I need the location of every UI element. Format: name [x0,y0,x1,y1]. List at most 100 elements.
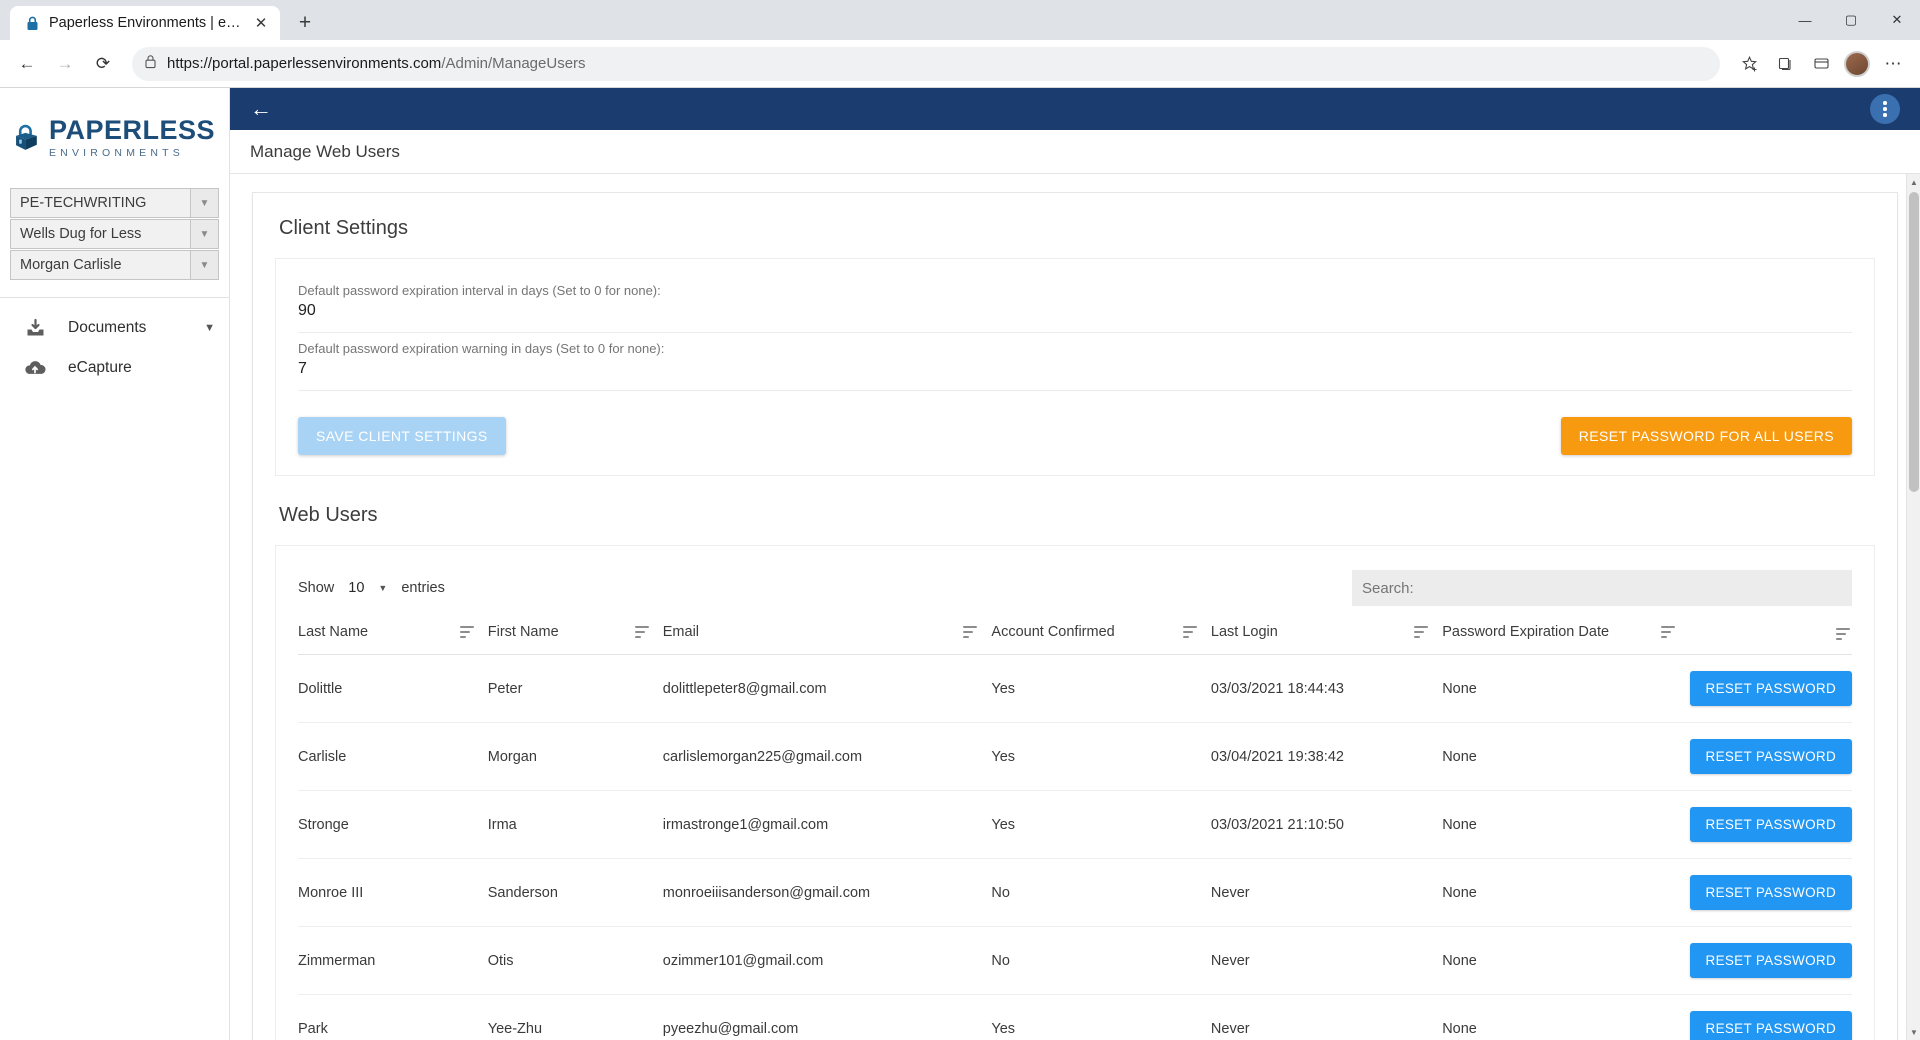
sort-icon[interactable] [1414,626,1430,638]
scroll-up-arrow[interactable]: ▲ [1907,174,1920,190]
col-last-login[interactable]: Last Login [1210,624,1443,655]
table-row: Stronge Irma irmastronge1@gmail.com Yes 03/0… [298,790,1852,859]
reload-icon[interactable]: ⟳ [86,47,120,81]
cell-email: pyeezhu@gmail.com [662,994,992,1040]
page-size-value: 10 [348,580,365,596]
browser-tab[interactable]: Paperless Environments | ePortal ✕ [10,6,280,40]
field-expiration-warning[interactable]: Default password expiration warning in d… [298,335,1852,391]
col-label: Last Name [298,624,369,640]
cell-account-confirmed: No [991,858,1211,927]
browser-essentials-icon[interactable] [1804,47,1838,81]
address-bar[interactable]: https://portal.paperlessenvironments.com… [132,46,1720,81]
col-account-confirmed[interactable]: Account Confirmed [991,624,1211,655]
entries-label: entries [401,580,445,596]
reset-password-all-users-button[interactable]: RESET PASSWORD FOR ALL USERS [1560,417,1852,455]
new-tab-button[interactable]: + [290,8,320,38]
cell-account-confirmed: Yes [991,722,1211,791]
close-window-button[interactable]: ✕ [1874,0,1920,40]
col-label: Password Expiration Date [1442,624,1610,640]
col-last-name[interactable]: Last Name [298,624,488,655]
sidebar-item-documents[interactable]: Documents ▼ [0,308,229,348]
page-size-select[interactable]: 10 ▼ [348,580,387,596]
chevron-down-icon[interactable]: ▼ [204,322,215,334]
save-client-settings-button[interactable]: SAVE CLIENT SETTINGS [298,417,506,455]
scrollbar-thumb[interactable] [1909,192,1919,492]
cell-first-name: Yee-Zhu [487,994,663,1040]
scroll-down-arrow[interactable]: ▼ [1907,1024,1920,1040]
cloud-upload-icon [24,359,46,377]
sidebar-divider [0,297,229,298]
sort-icon[interactable] [1836,628,1852,640]
field-expiration-interval[interactable]: Default password expiration interval in … [298,277,1852,333]
cell-last-login: Never [1210,858,1443,927]
logo-subtitle: ENVIRONMENTS [48,147,184,160]
profile-avatar[interactable] [1840,47,1874,81]
sidebar-nav: Documents ▼ eCapture [0,308,229,388]
toolbar-actions: ⋯ [1732,47,1910,81]
field-value[interactable]: 7 [298,360,1852,384]
collections-icon[interactable] [1768,47,1802,81]
main-content: ← Manage Web Users Client Settings Defau… [230,88,1920,1040]
page-size-control: Show 10 ▼ entries [298,580,445,596]
cell-last-name: Carlisle [298,722,488,791]
col-password-expiration[interactable]: Password Expiration Date [1442,624,1690,655]
col-first-name[interactable]: First Name [487,624,663,655]
table-row: Dolittle Peter dolittlepeter8@gmail.com Yes… [298,654,1852,723]
reset-password-button[interactable]: RESET PASSWORD [1689,671,1852,706]
sort-icon[interactable] [1182,626,1199,638]
cell-last-login: Never [1210,994,1443,1040]
download-inbox-icon [24,318,46,339]
select-user[interactable]: Morgan Carlisle ▼ [10,250,219,280]
chevron-down-icon[interactable]: ▼ [190,251,218,279]
col-actions[interactable] [1689,624,1852,655]
web-users-table: Last Name First Name Email Account Confi… [298,624,1852,1040]
sort-icon[interactable] [1661,626,1677,638]
vertical-scrollbar[interactable]: ▲ ▼ [1906,174,1920,1040]
close-icon[interactable]: ✕ [252,14,270,32]
reset-password-button[interactable]: RESET PASSWORD [1689,943,1852,978]
field-label: Default password expiration interval in … [298,283,661,298]
forward-icon[interactable]: → [48,47,82,81]
cell-first-name: Irma [487,790,663,859]
back-icon[interactable]: ← [10,47,44,81]
sort-icon[interactable] [634,626,651,638]
settings-more-icon[interactable]: ⋯ [1876,47,1910,81]
cell-password-expiration: None [1442,722,1690,791]
field-value[interactable]: 90 [298,302,1852,326]
maximize-button[interactable]: ▢ [1828,0,1874,40]
cell-actions: RESET PASSWORD [1689,654,1852,723]
sort-icon[interactable] [459,626,476,638]
reset-password-button[interactable]: RESET PASSWORD [1689,1011,1852,1040]
chevron-down-icon[interactable]: ▼ [378,583,387,593]
kebab-menu-icon[interactable] [1870,94,1900,124]
reset-password-button[interactable]: RESET PASSWORD [1689,875,1852,910]
page-title: Manage Web Users [250,141,400,161]
context-selectors: PE-TECHWRITING ▼ Wells Dug for Less ▼ Mo… [0,182,229,281]
cell-last-name: Stronge [298,790,488,859]
cell-first-name: Morgan [487,722,663,791]
select-client[interactable]: PE-TECHWRITING ▼ [10,188,219,218]
cell-actions: RESET PASSWORD [1689,722,1852,791]
client-settings-heading: Client Settings [279,217,408,239]
lock-icon [24,15,40,31]
cell-email: monroeiiisanderson@gmail.com [662,858,992,927]
search-input[interactable] [1352,570,1852,606]
cell-email: ozimmer101@gmail.com [662,926,992,995]
cell-email: carlislemorgan225@gmail.com [662,722,992,791]
favorite-star-icon[interactable] [1732,47,1766,81]
sidebar-item-ecapture[interactable]: eCapture [0,348,229,388]
sort-icon[interactable] [963,626,979,638]
chevron-down-icon[interactable]: ▼ [190,189,218,217]
cell-last-login: 03/03/2021 21:10:50 [1210,790,1443,859]
cell-last-name: Park [298,994,488,1040]
tab-title: Paperless Environments | ePortal [49,15,243,31]
select-company[interactable]: Wells Dug for Less ▼ [10,219,219,249]
reset-password-button[interactable]: RESET PASSWORD [1689,739,1852,774]
back-arrow-icon[interactable]: ← [250,98,276,120]
table-row: Park Yee-Zhu pyeezhu@gmail.com Yes Never None… [298,994,1852,1040]
reset-password-button[interactable]: RESET PASSWORD [1689,807,1852,842]
minimize-button[interactable]: — [1782,0,1828,40]
col-email[interactable]: Email [662,624,992,655]
table-head: Last Name First Name Email Account Confi… [298,624,1852,655]
chevron-down-icon[interactable]: ▼ [190,220,218,248]
